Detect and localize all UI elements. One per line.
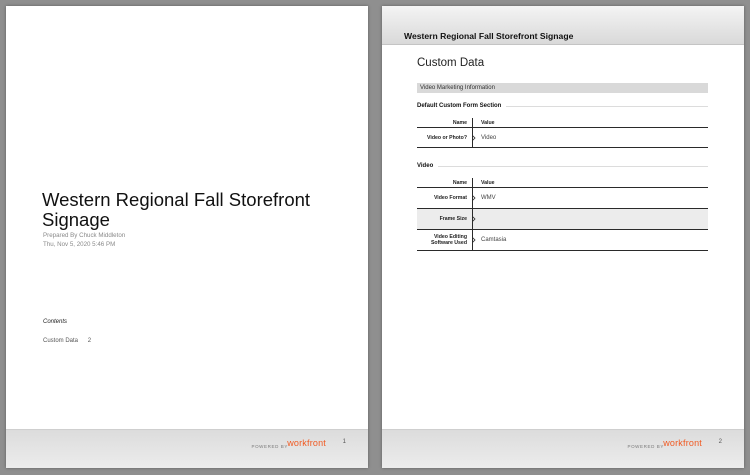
section-title: Custom Data (417, 57, 485, 69)
contents-heading: Contents (43, 319, 68, 325)
prepared-by: Prepared By Chuck Middleton (43, 232, 126, 239)
row-chevron-icon (472, 230, 476, 250)
header-title: Western Regional Fall Storefront Signage (404, 31, 574, 41)
cover-page: Western Regional Fall Storefront Signage… (6, 6, 368, 468)
field-name: Video Editing Software Used (430, 234, 467, 246)
workfront-logo: workfront (663, 438, 702, 448)
custom-data-page: Western Regional Fall Storefront Signage… (382, 6, 744, 468)
field-value: Video (472, 128, 708, 147)
section-divider (438, 165, 708, 167)
table-header-row: Name Value (417, 118, 708, 128)
table-row: Frame Size (417, 209, 708, 230)
page-number: 1 (342, 439, 346, 445)
form-section-heading: Video (417, 163, 708, 169)
contents-item[interactable]: Custom Data 2 (43, 338, 91, 344)
field-name: Frame Size (439, 216, 467, 222)
section-divider (506, 105, 708, 107)
field-name: Video or Photo? (427, 134, 467, 141)
form-section-heading: Default Custom Form Section (417, 103, 708, 109)
table-row: Video or Photo? Video (417, 128, 708, 148)
page-number: 2 (718, 439, 722, 445)
row-chevron-icon (472, 128, 476, 147)
form-section-title: Default Custom Form Section (417, 103, 502, 109)
custom-data-table: Name Value Video Format WMV Frame Size V… (417, 178, 708, 251)
field-name: Video Format (433, 195, 467, 201)
page-footer: POWERED BY workfront 1 (6, 429, 368, 468)
contents-item-page: 2 (87, 338, 92, 344)
custom-form-bar: Video Marketing Information (417, 83, 708, 93)
powered-by-label: POWERED BY (251, 444, 288, 449)
document-title: Western Regional Fall Storefront Signage (42, 189, 311, 230)
contents-item-label: Custom Data (43, 338, 79, 344)
powered-by-label: POWERED BY (627, 444, 664, 449)
page-footer: POWERED BY workfront 2 (382, 429, 744, 468)
document-date: Thu, Nov 5, 2020 5:46 PM (43, 241, 116, 248)
column-header-name: Name (452, 179, 467, 186)
row-chevron-icon (472, 209, 476, 229)
table-row: Video Format WMV (417, 188, 708, 209)
form-section-title: Video (417, 163, 434, 169)
column-header-value: Value (472, 178, 708, 187)
page-header: Western Regional Fall Storefront Signage (382, 6, 744, 45)
table-header-row: Name Value (417, 178, 708, 188)
row-chevron-icon (472, 188, 476, 208)
column-header-name: Name (452, 119, 467, 126)
custom-data-table: Name Value Video or Photo? Video (417, 118, 708, 148)
table-row: Video Editing Software Used Camtasia (417, 230, 708, 251)
field-value: WMV (472, 188, 708, 208)
field-value (472, 209, 708, 229)
field-value: Camtasia (472, 230, 708, 250)
workfront-logo: workfront (287, 438, 326, 448)
column-header-value: Value (472, 118, 708, 127)
